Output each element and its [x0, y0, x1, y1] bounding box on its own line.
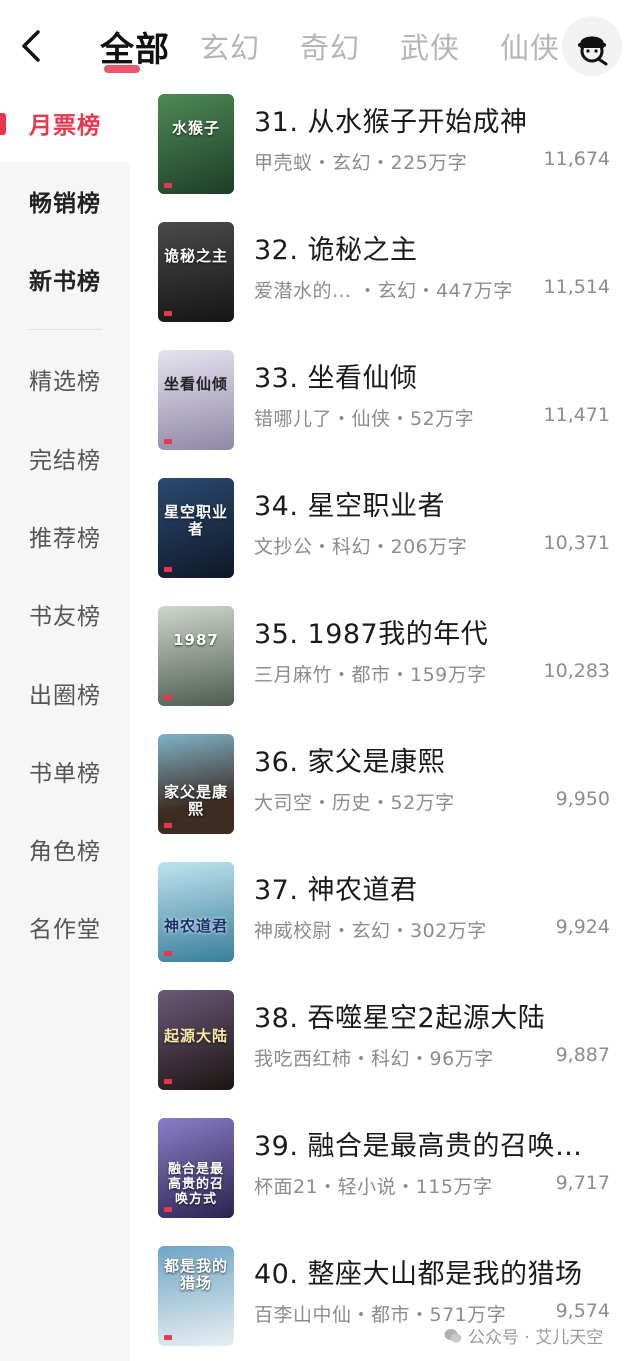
book-meta: 神威校尉・玄幻・302万字 — [254, 920, 487, 942]
book-meta: 我吃西红柿・科幻・96万字 — [254, 1048, 494, 1070]
back-button[interactable] — [14, 24, 50, 68]
top-header: 全部 玄幻 奇幻 武侠 仙侠 — [0, 0, 640, 90]
ticket-count: 9,950 — [555, 788, 610, 810]
list-item[interactable]: 神农道君 37. 神农道君 神威校尉・玄幻・302万字 9,924 — [130, 858, 640, 986]
ticket-count: 9,887 — [555, 1044, 610, 1066]
book-meta: 大司空・历史・52万字 — [254, 792, 455, 814]
publisher-tag — [164, 1335, 172, 1340]
book-meta: 杯面21・轻小说・115万字 — [254, 1176, 493, 1198]
sidebar-divider — [28, 329, 102, 330]
ticket-count: 11,514 — [543, 276, 610, 298]
publisher-tag — [164, 823, 172, 828]
ticket-count: 11,471 — [543, 404, 610, 426]
list-item[interactable]: 诡秘之主 32. 诡秘之主 爱潜水的… ・玄幻・447万字 11,514 — [130, 218, 640, 346]
wechat-icon — [444, 1328, 462, 1342]
publisher-tag — [164, 311, 172, 316]
book-cover[interactable]: 都是我的猎场 — [158, 1246, 234, 1346]
publisher-tag — [164, 695, 172, 700]
cover-title: 融合是最高贵的召唤方式 — [167, 1162, 224, 1207]
cover-title: 水猴子 — [171, 119, 220, 137]
cover-title: 1987 — [173, 631, 219, 649]
sidebar-item-character[interactable]: 角色榜 — [0, 819, 130, 879]
book-cover[interactable]: 家父是康熙 — [158, 734, 234, 834]
book-title[interactable]: 37. 神农道君 — [254, 868, 418, 907]
list-item[interactable]: 1987 35. 1987我的年代 三月麻竹・都市・159万字 10,283 — [130, 602, 640, 730]
book-cover[interactable]: 融合是最高贵的召唤方式 — [158, 1118, 234, 1218]
book-cover[interactable]: 星空职业者 — [158, 478, 234, 578]
book-title[interactable]: 40. 整座大山都是我的猎场 — [254, 1252, 583, 1291]
list-item[interactable]: 起源大陆 38. 吞噬星空2起源大陆 我吃西红柿・科幻・96万字 9,887 — [130, 986, 640, 1114]
cover-title: 都是我的猎场 — [163, 1257, 228, 1292]
ticket-count: 10,283 — [543, 660, 610, 682]
cover-title: 家父是康熙 — [163, 783, 228, 818]
book-ranking-list: 水猴子 31. 从水猴子开始成神 甲壳蚁・玄幻・225万字 11,674 诡秘之… — [130, 90, 640, 1361]
book-title[interactable]: 38. 吞噬星空2起源大陆 — [254, 996, 545, 1035]
sidebar-item-hall-of-fame[interactable]: 名作堂 — [0, 897, 130, 957]
publisher-tag — [164, 183, 172, 188]
watermark-text: 公众号 · 艾儿天空 — [468, 1328, 604, 1348]
list-item[interactable]: 星空职业者 34. 星空职业者 文抄公・科幻・206万字 10,371 — [130, 474, 640, 602]
publisher-tag — [164, 1079, 172, 1084]
ticket-count: 10,371 — [543, 532, 610, 554]
book-title[interactable]: 32. 诡秘之主 — [254, 228, 418, 267]
sidebar-item-bestseller[interactable]: 畅销榜 — [0, 171, 130, 231]
book-title[interactable]: 33. 坐看仙倾 — [254, 356, 418, 395]
ticket-count: 9,574 — [555, 1300, 610, 1322]
sidebar-item-recommended[interactable]: 推荐榜 — [0, 506, 130, 566]
tab-all[interactable]: 全部 — [100, 22, 170, 73]
publisher-tag — [164, 1207, 172, 1212]
book-cover[interactable]: 坐看仙倾 — [158, 350, 234, 450]
publisher-tag — [164, 951, 172, 956]
cover-title: 起源大陆 — [163, 1027, 228, 1045]
cover-title: 神农道君 — [163, 917, 228, 935]
book-title[interactable]: 31. 从水猴子开始成神 — [254, 100, 528, 139]
tab-wuxia[interactable]: 武侠 — [400, 25, 460, 67]
sidebar-item-new-books[interactable]: 新书榜 — [0, 249, 130, 309]
ticket-count: 9,717 — [555, 1172, 610, 1194]
ranking-sidebar: 月票榜 畅销榜 新书榜 精选榜 完结榜 推荐榜 书友榜 出圈榜 书单榜 角色榜 … — [0, 90, 130, 1361]
cover-title: 坐看仙倾 — [163, 375, 228, 393]
list-item[interactable]: 水猴子 31. 从水猴子开始成神 甲壳蚁・玄幻・225万字 11,674 — [130, 90, 640, 218]
chevron-left-icon — [22, 30, 40, 62]
book-meta: 爱潜水的… ・玄幻・447万字 — [254, 280, 513, 302]
category-tabs: 全部 玄幻 奇幻 武侠 仙侠 — [100, 18, 600, 74]
book-title[interactable]: 36. 家父是康熙 — [254, 740, 445, 779]
book-title[interactable]: 35. 1987我的年代 — [254, 612, 488, 651]
sidebar-item-breakout[interactable]: 出圈榜 — [0, 663, 130, 723]
sidebar-item-completed[interactable]: 完结榜 — [0, 428, 130, 488]
publisher-tag — [164, 567, 172, 572]
list-item[interactable]: 家父是康熙 36. 家父是康熙 大司空・历史・52万字 9,950 — [130, 730, 640, 858]
ticket-count: 9,924 — [555, 916, 610, 938]
publisher-tag — [164, 439, 172, 444]
cover-title: 星空职业者 — [163, 503, 228, 538]
book-meta: 甲壳蚁・玄幻・225万字 — [254, 152, 468, 174]
book-cover[interactable]: 水猴子 — [158, 94, 234, 194]
tab-xuanhuan[interactable]: 玄幻 — [200, 25, 260, 67]
watermark: 公众号 · 艾儿天空 — [444, 1323, 603, 1348]
book-cover[interactable]: 神农道君 — [158, 862, 234, 962]
sidebar-item-featured[interactable]: 精选榜 — [0, 349, 130, 409]
tab-qihuan[interactable]: 奇幻 — [300, 25, 360, 67]
book-cover[interactable]: 1987 — [158, 606, 234, 706]
book-cover[interactable]: 起源大陆 — [158, 990, 234, 1090]
list-item[interactable]: 融合是最高贵的召唤方式 39. 融合是最高贵的召唤… 杯面21・轻小说・115万… — [130, 1114, 640, 1242]
reader-avatar-icon — [578, 36, 608, 66]
profile-button[interactable] — [562, 16, 622, 76]
tab-xianxia[interactable]: 仙侠 — [500, 25, 560, 67]
list-item[interactable]: 坐看仙倾 33. 坐看仙倾 错哪儿了・仙侠・52万字 11,471 — [130, 346, 640, 474]
book-meta: 三月麻竹・都市・159万字 — [254, 664, 487, 686]
ticket-count: 11,674 — [543, 148, 610, 170]
sidebar-item-booklist[interactable]: 书单榜 — [0, 741, 130, 801]
sidebar-item-reader-friends[interactable]: 书友榜 — [0, 584, 130, 644]
book-cover[interactable]: 诡秘之主 — [158, 222, 234, 322]
book-title[interactable]: 39. 融合是最高贵的召唤… — [254, 1124, 583, 1163]
book-meta: 文抄公・科幻・206万字 — [254, 536, 468, 558]
book-meta: 错哪儿了・仙侠・52万字 — [254, 408, 475, 430]
sidebar-item-monthly-ticket[interactable]: 月票榜 — [0, 93, 130, 153]
book-title[interactable]: 34. 星空职业者 — [254, 484, 445, 523]
cover-title: 诡秘之主 — [163, 247, 228, 265]
